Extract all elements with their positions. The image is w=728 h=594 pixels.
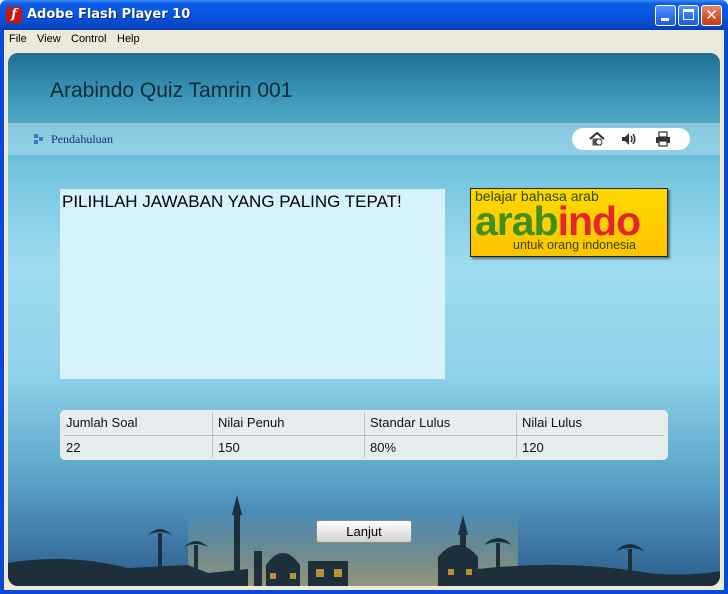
flash-player-icon: f <box>6 7 22 23</box>
question-box: PILIHLAH JAWABAN YANG PALING TEPAT! <box>60 189 445 379</box>
nav-bullet-icon <box>34 134 43 144</box>
close-button[interactable]: ✕ <box>701 5 722 26</box>
arabindo-logo: belajar bahasa arab arabindo untuk orang… <box>470 188 668 257</box>
menu-view[interactable]: View <box>37 33 61 45</box>
app-window: f Adobe Flash Player 10 ✕ File View Cont… <box>0 0 728 594</box>
header-jumlah-soal: Jumlah Soal <box>66 415 138 430</box>
menu-help[interactable]: Help <box>117 33 140 45</box>
quiz-title: Arabindo Quiz Tamrin 001 <box>50 79 293 102</box>
header-standar-lulus: Standar Lulus <box>370 415 451 430</box>
menu-file[interactable]: File <box>9 33 27 45</box>
question-text: PILIHLAH JAWABAN YANG PALING TEPAT! <box>62 192 402 211</box>
header-nilai-penuh: Nilai Penuh <box>218 415 285 430</box>
flash-stage: Arabindo Quiz Tamrin 001 Pendahuluan PIL… <box>4 49 724 590</box>
lanjut-button[interactable]: Lanjut <box>316 520 412 543</box>
home-icon[interactable] <box>588 130 606 148</box>
value-nilai-lulus: 120 <box>522 440 544 455</box>
nav-item-pendahuluan[interactable]: Pendahuluan <box>51 132 113 147</box>
tool-group <box>572 128 690 150</box>
quiz-panel: Arabindo Quiz Tamrin 001 Pendahuluan PIL… <box>8 53 720 586</box>
logo-wordmark: arabindo <box>475 199 641 243</box>
value-standar-lulus: 80% <box>370 440 397 455</box>
quiz-info-table: Jumlah Soal Nilai Penuh Standar Lulus Ni… <box>60 410 668 460</box>
maximize-button[interactable] <box>678 5 699 26</box>
printer-icon[interactable] <box>654 130 672 148</box>
table-col-divider <box>364 412 365 458</box>
value-nilai-penuh: 150 <box>218 440 240 455</box>
nav-bar: Pendahuluan <box>8 123 720 155</box>
window-title: Adobe Flash Player 10 <box>27 7 191 22</box>
close-icon: ✕ <box>705 6 718 24</box>
table-col-divider <box>212 412 213 458</box>
title-bar[interactable]: f Adobe Flash Player 10 ✕ <box>0 0 728 30</box>
menu-bar: File View Control Help <box>4 30 724 49</box>
minimize-icon <box>661 18 669 21</box>
table-col-divider <box>516 412 517 458</box>
maximize-icon <box>683 9 694 20</box>
minimize-button[interactable] <box>655 5 676 26</box>
header-nilai-lulus: Nilai Lulus <box>522 415 582 430</box>
speaker-icon[interactable] <box>620 130 638 148</box>
menu-control[interactable]: Control <box>71 33 106 45</box>
value-jumlah-soal: 22 <box>66 440 81 455</box>
logo-tagline-bottom: untuk orang indonesia <box>513 238 637 252</box>
